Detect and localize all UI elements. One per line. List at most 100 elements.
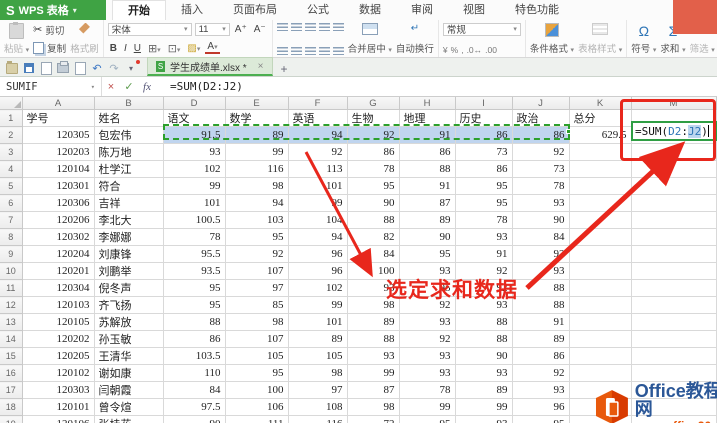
cell-A6[interactable]: 120306 (22, 194, 95, 212)
cell-A16[interactable]: 120102 (22, 364, 95, 382)
row-header-3[interactable]: 3 (0, 143, 23, 161)
cell-D8[interactable]: 78 (163, 228, 226, 246)
cell-header-学号[interactable]: 学号 (22, 109, 95, 127)
column-header-F[interactable]: F (288, 97, 348, 110)
cell-E2[interactable]: 89 (225, 126, 289, 144)
currency-button[interactable]: ¥ (443, 45, 448, 55)
copy-button[interactable]: 复制 (33, 41, 66, 55)
cell-J18[interactable]: 96 (512, 398, 570, 416)
cell-F10[interactable]: 96 (288, 262, 348, 280)
cell-B5[interactable]: 符合 (94, 177, 164, 195)
cell-F4[interactable]: 113 (288, 160, 348, 178)
cell-E3[interactable]: 99 (225, 143, 289, 161)
merge-center-button[interactable]: 合并居中 ▾ (348, 41, 392, 55)
cell-D9[interactable]: 95.5 (163, 245, 226, 263)
cell-F13[interactable]: 101 (288, 313, 348, 331)
cell-I2[interactable]: 86 (455, 126, 513, 144)
cell-G5[interactable]: 95 (347, 177, 400, 195)
cell-A9[interactable]: 120204 (22, 245, 95, 263)
menu-tab-页面布局[interactable]: 页面布局 (218, 0, 292, 20)
cell-F15[interactable]: 105 (288, 347, 348, 365)
cell-H15[interactable]: 93 (399, 347, 456, 365)
column-header-J[interactable]: J (512, 97, 570, 110)
cell-M8[interactable] (631, 228, 717, 246)
decrease-decimal-button[interactable]: .00 (485, 45, 497, 55)
cell-G13[interactable]: 89 (347, 313, 400, 331)
row-header-1[interactable]: 1 (0, 109, 23, 127)
cell-I14[interactable]: 88 (455, 330, 513, 348)
select-all-corner[interactable] (0, 97, 23, 110)
cell-header-英语[interactable]: 英语 (288, 109, 348, 127)
cell-A13[interactable]: 120105 (22, 313, 95, 331)
paste-button[interactable]: 粘贴 ▾ (4, 41, 29, 55)
cell-K4[interactable] (569, 160, 632, 178)
cell-D18[interactable]: 97.5 (163, 398, 226, 416)
cell-H9[interactable]: 95 (399, 245, 456, 263)
cell-F3[interactable]: 92 (288, 143, 348, 161)
shrink-font-button[interactable]: A⁻ (252, 24, 268, 35)
autosum-button[interactable]: 求和 ▾ (660, 41, 685, 55)
cell-M12[interactable] (631, 296, 717, 314)
row-header-13[interactable]: 13 (0, 313, 23, 331)
cell-F18[interactable]: 108 (288, 398, 348, 416)
cell-G11[interactable]: 93 (347, 279, 400, 297)
cell-J19[interactable]: 95 (512, 415, 570, 423)
cell-K15[interactable] (569, 347, 632, 365)
paste-icon[interactable] (9, 21, 25, 39)
percent-button[interactable]: % (451, 45, 459, 55)
cell-H10[interactable]: 93 (399, 262, 456, 280)
cell-B9[interactable]: 刘康锋 (94, 245, 164, 263)
menu-tab-视图[interactable]: 视图 (448, 0, 500, 20)
cell-M3[interactable] (631, 143, 717, 161)
cell-E8[interactable]: 95 (225, 228, 289, 246)
cell-H3[interactable]: 86 (399, 143, 456, 161)
menu-tab-数据[interactable]: 数据 (344, 0, 396, 20)
cell-I10[interactable]: 92 (455, 262, 513, 280)
cell-F9[interactable]: 96 (288, 245, 348, 263)
cell-A7[interactable]: 120206 (22, 211, 95, 229)
cell-B3[interactable]: 陈万地 (94, 143, 164, 161)
insert-function-button[interactable]: fx (138, 81, 156, 93)
open-file-icon[interactable] (6, 60, 18, 74)
cell-G19[interactable]: 72 (347, 415, 400, 423)
cell-K9[interactable] (569, 245, 632, 263)
italic-button[interactable]: I (122, 43, 129, 54)
cell-I15[interactable]: 90 (455, 347, 513, 365)
cell-F8[interactable]: 94 (288, 228, 348, 246)
cell-B12[interactable]: 齐飞扬 (94, 296, 164, 314)
wrap-text-button[interactable]: 自动换行 (396, 41, 434, 55)
cell-K16[interactable] (569, 364, 632, 382)
justify-icon[interactable] (318, 46, 330, 55)
cell-B10[interactable]: 刘鹏举 (94, 262, 164, 280)
menu-tab-开始[interactable]: 开始 (112, 0, 166, 20)
cell-I18[interactable]: 99 (455, 398, 513, 416)
align-right-icon[interactable] (304, 46, 316, 55)
cell-D2[interactable]: 91.5 (163, 126, 226, 144)
cell-header-历史[interactable]: 历史 (455, 109, 513, 127)
cell-B18[interactable]: 曾令煊 (94, 398, 164, 416)
row-header-11[interactable]: 11 (0, 279, 23, 297)
row-header-7[interactable]: 7 (0, 211, 23, 229)
cell-header-姓名[interactable]: 姓名 (94, 109, 164, 127)
cell-E6[interactable]: 94 (225, 194, 289, 212)
cell-H4[interactable]: 88 (399, 160, 456, 178)
cell-D6[interactable]: 101 (163, 194, 226, 212)
cell-header-数学[interactable]: 数学 (225, 109, 289, 127)
column-header-K[interactable]: K (569, 97, 632, 110)
cell-K11[interactable] (569, 279, 632, 297)
cell-B15[interactable]: 王清华 (94, 347, 164, 365)
cell-A18[interactable]: 120101 (22, 398, 95, 416)
cell-A17[interactable]: 120303 (22, 381, 95, 399)
cell-E19[interactable]: 111 (225, 415, 289, 423)
cell-D15[interactable]: 103.5 (163, 347, 226, 365)
menu-tab-公式[interactable]: 公式 (292, 0, 344, 20)
cell-F17[interactable]: 97 (288, 381, 348, 399)
cell-G6[interactable]: 90 (347, 194, 400, 212)
format-painter-button[interactable]: 格式刷 (70, 41, 99, 55)
comma-button[interactable]: , (461, 45, 463, 55)
cell-B14[interactable]: 孙玉敏 (94, 330, 164, 348)
cell-G2[interactable]: 92 (347, 126, 400, 144)
cell-K7[interactable] (569, 211, 632, 229)
cell-E7[interactable]: 103 (225, 211, 289, 229)
row-header-6[interactable]: 6 (0, 194, 23, 212)
